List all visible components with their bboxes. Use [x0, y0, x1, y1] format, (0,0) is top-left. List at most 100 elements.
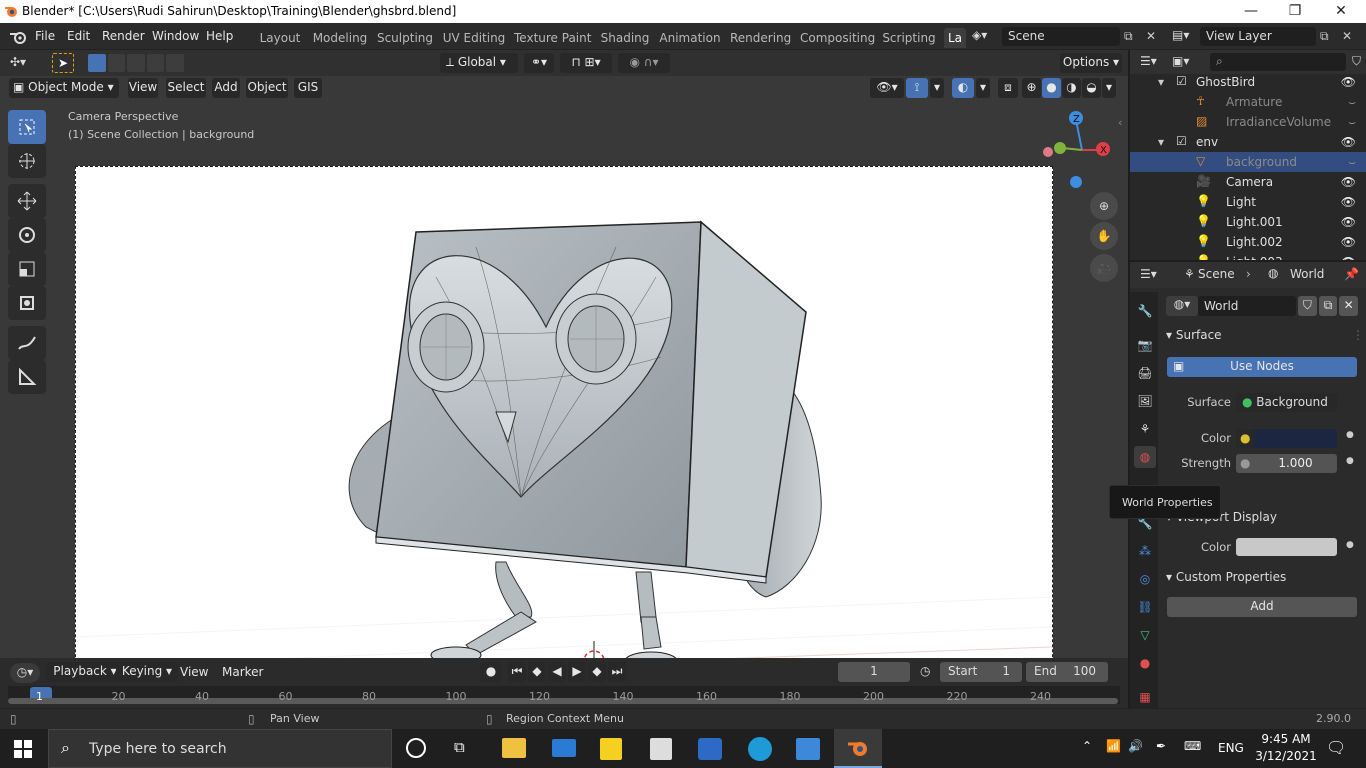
mail-icon[interactable]	[552, 739, 576, 757]
jump-end-icon[interactable]: ⏭	[608, 662, 626, 682]
tab-layout[interactable]: Layout	[256, 28, 304, 48]
timeline-keying-menu[interactable]: Keying ▾	[116, 662, 178, 682]
scene-name-field[interactable]: Scene	[1002, 27, 1120, 46]
options-dropdown[interactable]: Options ▾	[1060, 53, 1122, 73]
tab-modeling[interactable]: Modeling	[310, 28, 370, 48]
windows-start-icon[interactable]	[14, 740, 32, 758]
display-mode-icon[interactable]: ▣▾	[1172, 54, 1189, 68]
material-shading-icon[interactable]: ◑	[1062, 78, 1081, 98]
preview-range-icon[interactable]: ◷	[920, 664, 930, 678]
sticky-notes-icon[interactable]	[600, 738, 622, 760]
prev-key-icon[interactable]: ◆	[528, 662, 546, 682]
filter-icon[interactable]: ⛉	[1352, 54, 1361, 69]
new-scene-icon[interactable]: ⧉	[1124, 29, 1133, 44]
gizmo-dropdown-icon[interactable]: ▾	[930, 78, 944, 98]
tab-texture-paint[interactable]: Texture Paint	[514, 28, 591, 48]
maximize-button[interactable]: ❐	[1272, 0, 1318, 23]
menu-window[interactable]: Window	[152, 29, 199, 43]
play-reverse-icon[interactable]: ◀	[548, 662, 566, 682]
world-name-field[interactable]: World	[1198, 296, 1296, 316]
tab-scripting[interactable]: Scripting	[882, 28, 936, 48]
outliner-row[interactable]: 💡 Light.001 👁	[1130, 212, 1366, 232]
timeline-editor-icon[interactable]: ◷▾	[10, 663, 40, 683]
viewport-menu-view[interactable]: View	[128, 78, 158, 98]
select-box-tool-icon[interactable]	[8, 110, 46, 144]
unlink-world-icon[interactable]: ✕	[1339, 296, 1359, 316]
zoom-view-icon[interactable]: ⊕	[1090, 192, 1118, 220]
use-nodes-button[interactable]: ▣ Use Nodes	[1167, 357, 1357, 377]
render-tab-icon[interactable]: 📷	[1134, 334, 1156, 356]
output-tab-icon[interactable]: 🖨	[1134, 362, 1156, 384]
world-browse-icon[interactable]: ◍▾	[1166, 296, 1198, 316]
xray-icon[interactable]: ⧈	[998, 78, 1018, 98]
outliner-search-input[interactable]	[1210, 53, 1346, 71]
camera-view-icon[interactable]: 🎥	[1090, 254, 1118, 282]
select-extend-icon[interactable]	[107, 54, 126, 72]
3d-viewport[interactable]: Camera Perspective (1) Scene Collection …	[0, 76, 1128, 717]
menu-edit[interactable]: Edit	[67, 29, 90, 43]
viewport-menu-select[interactable]: Select	[166, 78, 206, 98]
strength-field[interactable]: ● 1.000	[1236, 454, 1337, 473]
visibility-eye-icon[interactable]: 👁	[1341, 175, 1356, 189]
play-icon[interactable]: ▶	[568, 662, 586, 682]
editor-type-icon[interactable]: ✣▾	[10, 55, 26, 69]
expand-arrow-icon[interactable]: ▾	[1158, 75, 1164, 89]
wireframe-shading-icon[interactable]: ⊕	[1022, 78, 1041, 98]
delete-scene-icon[interactable]: ✕	[1146, 29, 1156, 43]
clock-time[interactable]: 9:45 AM	[1258, 732, 1314, 746]
pen-icon[interactable]: ✒	[1156, 739, 1166, 753]
navigation-gizmo[interactable]: Z X	[1040, 110, 1120, 190]
store-icon[interactable]	[650, 738, 672, 760]
record-icon[interactable]: ●	[480, 662, 502, 682]
visibility-eye-icon[interactable]: 👁	[1341, 135, 1356, 149]
constraints-tab-icon[interactable]: ⛓	[1134, 596, 1156, 618]
scene-tab-icon[interactable]: ⚘	[1134, 418, 1156, 440]
tab-compositing[interactable]: Compositing	[800, 28, 875, 48]
tab-layout-active[interactable]: La	[944, 28, 966, 48]
keyboard-icon[interactable]: ⌨	[1184, 739, 1201, 753]
view-layer-field[interactable]: View Layer	[1200, 27, 1316, 46]
timeline-playback-menu[interactable]: Playback ▾	[46, 662, 124, 682]
blender-taskbar-button[interactable]	[834, 729, 882, 768]
object-mode-dropdown[interactable]: ▣ Object Mode ▾	[9, 78, 119, 98]
scale-tool-icon[interactable]	[8, 252, 46, 286]
jump-start-icon[interactable]: ⏮	[508, 662, 526, 682]
whiteboard-icon[interactable]	[698, 738, 722, 760]
cursor-tool-icon[interactable]	[8, 144, 46, 178]
new-view-layer-icon[interactable]: ⧉	[1320, 29, 1329, 44]
annotate-tool-icon[interactable]	[8, 326, 46, 360]
volume-icon[interactable]: 🔊	[1128, 739, 1143, 753]
close-window-button[interactable]: ✕	[1318, 0, 1364, 23]
viewport-menu-add[interactable]: Add	[212, 78, 240, 98]
minimize-button[interactable]: —	[1228, 0, 1274, 23]
visibility-icon[interactable]: 👁▾	[870, 78, 904, 98]
delete-view-layer-icon[interactable]: ✕	[1342, 29, 1352, 43]
next-key-icon[interactable]: ◆	[588, 662, 606, 682]
texture-tab-icon[interactable]: ▦	[1134, 686, 1156, 708]
timeline-marker-menu[interactable]: Marker	[222, 665, 263, 679]
pivot-point-icon[interactable]: ⚭▾	[524, 53, 554, 73]
vd-color-swatch[interactable]	[1236, 538, 1337, 556]
outliner-row[interactable]: 🎥 Camera 👁	[1130, 172, 1366, 192]
solid-shading-icon[interactable]: ●	[1042, 78, 1061, 98]
current-frame-field[interactable]: 1	[838, 662, 910, 682]
surface-panel-header[interactable]: ▾ Surface	[1166, 328, 1222, 342]
outliner-row[interactable]: ▨ IrradianceVolume ⌣	[1130, 112, 1366, 132]
visibility-eye-icon[interactable]: 👁	[1341, 195, 1356, 209]
outliner-row[interactable]: ▾ ☑ env 👁	[1130, 132, 1366, 152]
world-tab-icon[interactable]: ◍	[1134, 446, 1156, 468]
new-world-icon[interactable]: ⧉	[1318, 296, 1338, 316]
cortana-icon[interactable]	[406, 738, 426, 758]
custom-properties-header[interactable]: ▾ Custom Properties	[1166, 570, 1286, 584]
strength-keyframe-icon[interactable]: ●	[1346, 456, 1354, 466]
taskbar-search-box[interactable]: ⌕ Type here to search	[48, 729, 392, 768]
visibility-eye-icon[interactable]: 👁	[1341, 235, 1356, 249]
viewport-menu-object[interactable]: Object	[246, 78, 288, 98]
viewport-menu-gis[interactable]: GIS	[294, 78, 322, 98]
shading-dropdown-icon[interactable]: ▾	[1102, 78, 1116, 98]
file-explorer-icon[interactable]	[502, 738, 526, 758]
blender-menu-icon[interactable]	[9, 29, 27, 45]
tool-tab-icon[interactable]: 🔧	[1134, 300, 1156, 322]
expand-arrow-icon[interactable]: ▾	[1158, 135, 1164, 149]
tab-uv-editing[interactable]: UV Editing	[442, 28, 506, 48]
